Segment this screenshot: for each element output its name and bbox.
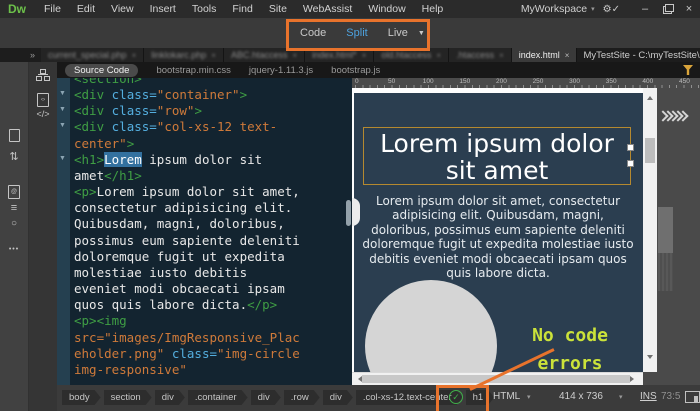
workspace-switcher[interactable]: MyWorkspace [521,3,587,15]
related-file-source-code[interactable]: Source Code [65,63,139,77]
related-file-bootstrap-js[interactable]: bootstrap.js [331,65,380,76]
related-file-bootstrap-min-css[interactable]: bootstrap.min.css [156,65,230,76]
live-heading[interactable]: Lorem ipsum dolor sit amet [364,130,630,184]
insert-mode-indicator[interactable]: INS [640,391,657,402]
right-dock-area [657,88,700,385]
code-view[interactable]: ▼ ▼ ▼ ▼ <section> <div class="container"> <di… [57,78,352,385]
dreamweaver-logo: Dw [8,2,26,16]
new-file-icon[interactable] [0,129,28,147]
viewport-size-selector[interactable]: 414 x 736 [559,391,603,402]
placeholder-image-circle[interactable] [365,280,497,372]
element-selection-outline: Lorem ipsum dolor sit amet [363,127,634,185]
code-fold-icon[interactable]: ▼ [59,106,66,113]
scroll-down-icon[interactable] [647,355,653,362]
related-files-bar: Source Code bootstrap.min.css jquery-1.11.… [57,62,700,78]
cursor-position: 73:5 [661,391,681,402]
live-vertical-scrollbar[interactable] [643,88,657,372]
dreamweaver-window: Dw File Edit View Insert Tools Find Site WebAss… [0,0,700,411]
menu-find[interactable]: Find [224,0,260,18]
tag-selector-item[interactable]: .row [284,390,320,405]
annotation-rect-check [436,385,489,411]
code-fold-icon[interactable]: ▼ [59,90,66,97]
menu-help[interactable]: Help [414,0,452,18]
tag-selector: body section div .container div .row div .col-x… [62,390,497,405]
menu-view[interactable]: View [103,0,142,18]
menu-bar: File Edit View Insert Tools Find Site WebAssist… [36,0,451,18]
code-lines: <section> <div class="container"> <div cla… [74,78,300,377]
tag-selector-item[interactable]: body [62,390,101,405]
filter-icon[interactable] [683,65,693,75]
chevron-down-icon: ▾ [591,6,595,13]
inner-toolbar: ‹› </> [29,62,58,411]
tag-selector-item[interactable]: .container [188,390,248,405]
scroll-left-icon[interactable] [355,376,362,382]
file-code-icon[interactable]: ‹› [29,88,57,107]
more-icon[interactable]: ••• [0,246,28,253]
sync-settings-icon[interactable]: ⚙✓ [603,4,620,15]
menu-insert[interactable]: Insert [142,0,184,18]
syntax-selector[interactable]: HTML [493,391,520,402]
tag-selector-item[interactable]: div [323,390,353,405]
splitter-handle[interactable] [352,198,360,226]
status-bar: body section div .container div .row div .col-x… [57,385,700,411]
restore-button[interactable] [656,0,678,18]
code-tag-icon[interactable]: </> [29,109,57,119]
minimize-button[interactable]: – [634,0,656,18]
title-bar: Dw File Edit View Insert Tools Find Site WebAss… [0,0,700,18]
document-path-title: MyTestSite - C:\myTestSite\index.html [583,49,700,61]
annotation-rect-viewmodes [286,19,430,51]
sitemap-icon[interactable] [29,68,57,86]
code-fold-icon[interactable]: ▼ [59,155,66,162]
scroll-right-icon[interactable] [630,376,637,382]
common-toolbar: ⇅ @ ≡ ○ ••• [0,62,29,411]
tab--htaccess[interactable]: .htaccess × [449,48,512,62]
tag-selector-item[interactable]: section [104,390,152,405]
dock-panel-fragment [658,207,673,253]
tab-overflow-icon[interactable]: » [0,48,41,62]
chevron-down-icon: ▾ [527,394,531,401]
code-scrollbar-thumb[interactable] [346,200,351,226]
collapse-chevrons-icon[interactable] [657,110,689,122]
dock-panel-fragment [658,253,673,291]
tab-linklokarc-php[interactable]: linklokarc.php × [144,48,224,62]
tab-current-special-php[interactable]: current_special.php × [41,48,145,62]
align-lines-icon[interactable]: ≡ [0,202,28,214]
code-fold-icon[interactable]: ▼ [59,122,66,129]
target-circle-icon[interactable]: ○ [0,218,28,229]
scrollbar-thumb[interactable] [645,138,655,163]
menu-edit[interactable]: Edit [69,0,103,18]
menu-webassist[interactable]: WebAssist [295,0,360,18]
realtime-preview-icon[interactable] [685,391,700,403]
tab-index-html[interactable]: index.html × [511,48,578,62]
chevron-down-icon: ▾ [619,394,623,401]
file-preview-icon[interactable]: @ [0,180,28,199]
swap-vertical-icon[interactable]: ⇅ [0,150,28,163]
annotation-text: No code errors [532,325,608,374]
close-button[interactable]: × [678,0,700,18]
tag-selector-item[interactable]: div [251,390,281,405]
related-file-jquery-1-11-3-js[interactable]: jquery-1.11.3.js [249,65,313,76]
menu-tools[interactable]: Tools [184,0,225,18]
tag-selector-item[interactable]: div [155,390,185,405]
menu-window[interactable]: Window [360,0,413,18]
live-paragraph[interactable]: Lorem ipsum dolor sit amet, consectetur … [361,194,635,280]
menu-site[interactable]: Site [261,0,295,18]
menu-file[interactable]: File [36,0,69,18]
scroll-up-icon[interactable] [647,93,653,100]
